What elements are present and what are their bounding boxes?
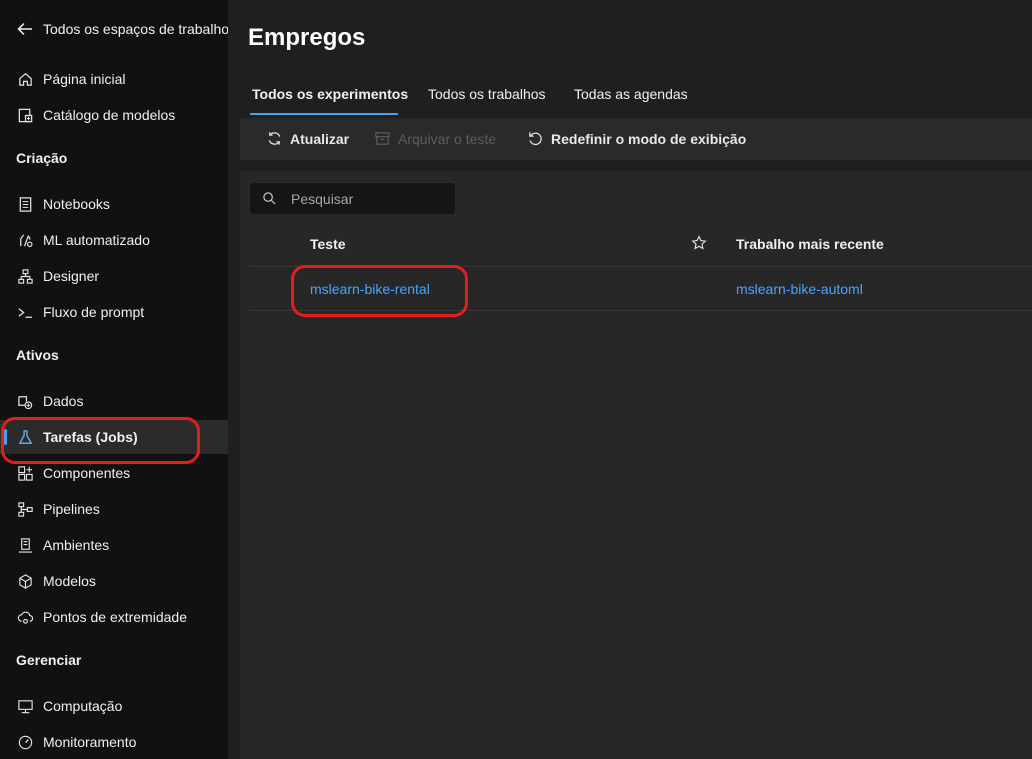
designer-icon	[16, 267, 34, 285]
refresh-button[interactable]: Atualizar	[266, 130, 349, 147]
sidebar-item-pipelines[interactable]: Pipelines	[0, 492, 228, 526]
experiments-panel: Teste Trabalho mais recente mslearn-bike…	[240, 171, 1032, 759]
active-tab-indicator	[250, 113, 398, 115]
sidebar-item-label: ML automatizado	[43, 232, 150, 248]
cube-icon	[16, 572, 34, 590]
toolbar: Atualizar Arquivar o teste Redefinir o m…	[240, 118, 1032, 160]
sidebar-item-label: Computação	[43, 698, 123, 714]
main-content: Empregos Todos os experimentos Todos os …	[228, 0, 1032, 759]
sidebar-item-endpoints[interactable]: Pontos de extremidade	[0, 600, 228, 634]
flask-icon	[16, 428, 34, 446]
sidebar-item-model-catalog[interactable]: Catálogo de modelos	[0, 98, 228, 132]
sidebar-item-label: Notebooks	[43, 196, 110, 212]
sidebar-item-label: Catálogo de modelos	[43, 107, 176, 123]
column-header-latest-job[interactable]: Trabalho mais recente	[736, 236, 884, 252]
model-catalog-icon	[16, 106, 34, 124]
sidebar-item-label: Monitoramento	[43, 734, 137, 750]
sidebar-item-label: Componentes	[43, 465, 131, 481]
sidebar-item-jobs[interactable]: Tarefas (Jobs)	[0, 420, 228, 454]
sidebar-item-label: Designer	[43, 268, 100, 284]
sidebar-item-label: Ambientes	[43, 537, 110, 553]
sidebar-item-compute[interactable]: Computação	[0, 689, 228, 723]
sidebar-item-label: Fluxo de prompt	[43, 304, 145, 320]
experiment-link[interactable]: mslearn-bike-rental	[310, 281, 430, 297]
tab-all-jobs[interactable]: Todos os trabalhos	[428, 86, 546, 102]
search-input[interactable]	[291, 190, 441, 207]
tab-all-schedules[interactable]: Todas as agendas	[574, 86, 688, 102]
reset-icon	[529, 132, 542, 146]
section-header-assets: Ativos	[16, 347, 59, 363]
reset-view-button[interactable]: Redefinir o modo de exibição	[527, 130, 746, 147]
refresh-icon	[268, 132, 281, 145]
sidebar-item-data[interactable]: Dados	[0, 384, 228, 418]
back-label: Todos os espaços de trabalho	[43, 21, 230, 37]
page-title: Empregos	[248, 24, 366, 51]
sidebar-item-label: Modelos	[43, 573, 96, 589]
section-header-creation: Criação	[16, 150, 68, 166]
sidebar: Todos os espaços de trabalho Página inic…	[0, 0, 229, 759]
search-box[interactable]	[250, 183, 455, 214]
endpoint-icon	[16, 608, 34, 626]
back-to-workspaces-link[interactable]: Todos os espaços de trabalho	[16, 18, 229, 40]
sidebar-item-label: Dados	[43, 393, 84, 409]
refresh-label: Atualizar	[290, 130, 350, 147]
column-header-experiment[interactable]: Teste	[310, 236, 346, 252]
data-icon	[16, 392, 34, 410]
sidebar-item-label: Pontos de extremidade	[43, 609, 187, 625]
compute-icon	[16, 697, 34, 715]
star-icon[interactable]	[691, 235, 707, 251]
sidebar-item-notebooks[interactable]: Notebooks	[0, 187, 228, 221]
sidebar-item-monitoring[interactable]: Monitoramento	[0, 725, 228, 759]
section-header-manage: Gerenciar	[16, 652, 82, 668]
sidebar-item-automl[interactable]: ML automatizado	[0, 223, 228, 257]
archive-icon	[375, 132, 390, 145]
sidebar-item-prompt-flow[interactable]: Fluxo de prompt	[0, 295, 228, 329]
environments-icon	[16, 536, 34, 554]
sidebar-item-models[interactable]: Modelos	[0, 564, 228, 598]
archive-label: Arquivar o teste	[398, 130, 497, 147]
monitoring-icon	[16, 733, 34, 751]
latest-job-link[interactable]: mslearn-bike-automl	[736, 281, 863, 297]
archive-experiment-button[interactable]: Arquivar o teste	[374, 130, 496, 147]
sidebar-item-label: Pipelines	[43, 501, 100, 517]
sidebar-item-home[interactable]: Página inicial	[0, 62, 228, 96]
sidebar-item-components[interactable]: Componentes	[0, 456, 228, 490]
sidebar-item-label: Página inicial	[43, 71, 126, 87]
header-divider	[250, 266, 1032, 267]
search-icon	[263, 192, 276, 205]
sidebar-item-designer[interactable]: Designer	[0, 259, 228, 293]
components-icon	[16, 464, 34, 482]
sidebar-item-label: Tarefas (Jobs)	[43, 429, 138, 445]
prompt-flow-icon	[16, 303, 34, 321]
tab-all-experiments[interactable]: Todos os experimentos	[252, 86, 408, 102]
row-divider	[250, 310, 1032, 311]
sidebar-item-environments[interactable]: Ambientes	[0, 528, 228, 562]
arrow-left-icon	[17, 22, 32, 36]
automl-icon	[16, 231, 34, 249]
notebook-icon	[16, 195, 34, 213]
pipelines-icon	[16, 500, 34, 518]
reset-view-label: Redefinir o modo de exibição	[551, 130, 747, 147]
home-icon	[16, 70, 34, 88]
